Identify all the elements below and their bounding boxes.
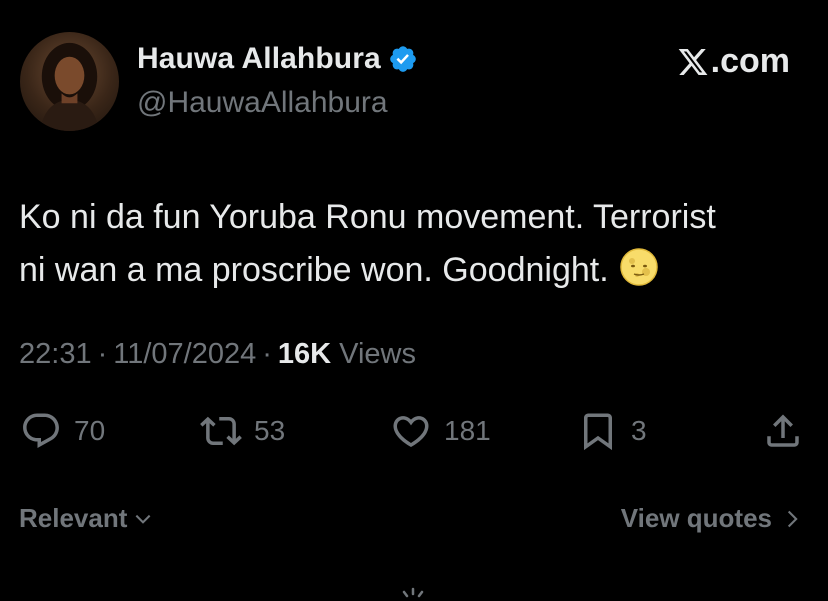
reply-button[interactable]: 70 (20, 410, 105, 452)
repost-icon (200, 416, 242, 446)
bookmark-icon (584, 413, 612, 451)
like-button[interactable]: 181 (390, 410, 491, 452)
chevron-down-icon (135, 514, 151, 524)
views-count: 16K (277, 338, 332, 370)
heart-icon (393, 416, 429, 448)
tweet-meta: 22:31 · 11/07/2024 · 16K Views (19, 338, 416, 371)
chevron-right-icon (787, 510, 798, 527)
site-branding: .com (676, 42, 790, 81)
quotes-label: View quotes (620, 503, 772, 533)
sort-label: Relevant (19, 503, 128, 533)
bookmark-count: 3 (631, 415, 647, 446)
author-name[interactable]: Hauwa Allahbura (137, 42, 381, 76)
tweet-date[interactable]: 11/07/2024 (113, 338, 256, 371)
tweet-text: Ko ni da fun Yoruba Ronu movement. Terro… (19, 198, 716, 289)
verified-badge-icon[interactable] (388, 44, 418, 74)
loading-spinner-icon (398, 587, 428, 601)
views-label: Views (339, 338, 416, 370)
like-count: 181 (444, 415, 491, 446)
bookmark-button[interactable]: 3 (577, 410, 647, 452)
moon-face-icon (619, 248, 658, 286)
repost-count: 53 (254, 415, 286, 446)
x-logo-icon (678, 48, 708, 75)
tweet-body: Ko ni da fun Yoruba Ronu movement. Terro… (19, 191, 819, 297)
repost-button[interactable]: 53 (200, 410, 285, 452)
author-handle[interactable]: @HauwaAllahbura (137, 86, 388, 120)
meta-separator-2: · (262, 338, 272, 370)
reply-count: 70 (74, 415, 106, 446)
meta-separator: · (97, 338, 108, 370)
site-label: .com (710, 42, 790, 80)
author-avatar[interactable] (20, 32, 119, 131)
share-button[interactable] (762, 410, 804, 452)
view-quotes-link[interactable]: View quotes (621, 503, 802, 534)
sort-dropdown[interactable]: Relevant (19, 503, 153, 534)
avatar-portrait-icon (39, 42, 100, 131)
tweet-time[interactable]: 22:31 (19, 338, 92, 371)
share-icon (767, 414, 799, 447)
reply-icon (23, 413, 59, 448)
